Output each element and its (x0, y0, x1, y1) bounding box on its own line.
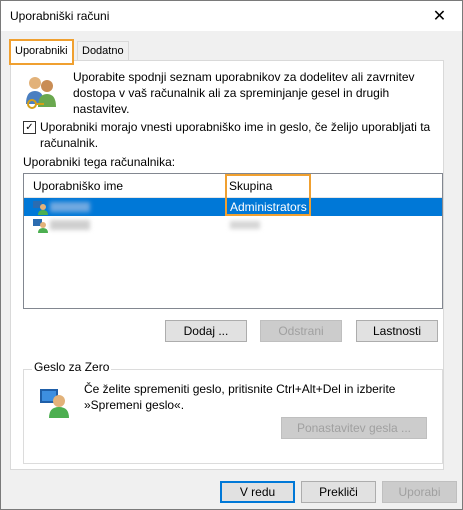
password-change-text: Če želite spremeniti geslo, pritisnite C… (84, 382, 396, 412)
users-list[interactable]: Uporabniško ime Skupina Administrators (23, 173, 443, 309)
cancel-button[interactable]: Prekliči (301, 481, 376, 503)
password-groupbox-title: Geslo za Zero (32, 360, 112, 374)
redacted-username (50, 202, 90, 212)
close-icon: ✕ (432, 8, 447, 25)
users-list-caption: Uporabniki tega računalnika: (23, 155, 176, 169)
user-account-icon (33, 219, 48, 233)
tab-advanced[interactable]: Dodatno (77, 41, 129, 61)
require-login-checkbox[interactable]: ✓ (23, 121, 36, 134)
table-row[interactable] (24, 216, 442, 234)
users-icon (26, 77, 56, 109)
ok-button[interactable]: V redu (220, 481, 295, 503)
redacted-group (230, 221, 260, 229)
remove-user-button[interactable]: Odstrani (260, 320, 342, 342)
properties-button[interactable]: Lastnosti (356, 320, 438, 342)
close-button[interactable]: ✕ (417, 1, 462, 31)
add-user-button[interactable]: Dodaj ... (165, 320, 247, 342)
user-accounts-dialog: Uporabniški računi ✕ Uporabniki Dodatno … (0, 0, 463, 510)
group-highlight-box (225, 174, 311, 216)
apply-button[interactable]: Uporabi (382, 481, 457, 503)
users-tab-panel: Uporabite spodnji seznam uporabnikov za … (10, 60, 444, 470)
user-account-icon (33, 201, 48, 215)
reset-password-button[interactable]: Ponastavitev gesla ... (281, 417, 427, 439)
title-bar: Uporabniški računi ✕ (1, 1, 462, 31)
require-login-label[interactable]: Uporabniki morajo vnesti uporabniško ime… (40, 119, 435, 151)
tab-users[interactable]: Uporabniki (9, 39, 74, 65)
redacted-username (50, 220, 90, 230)
intro-text: Uporabite spodnji seznam uporabnikov za … (73, 70, 415, 116)
user-computer-icon (40, 389, 69, 418)
column-header-username[interactable]: Uporabniško ime (33, 179, 123, 193)
window-title: Uporabniški računi (10, 9, 110, 23)
